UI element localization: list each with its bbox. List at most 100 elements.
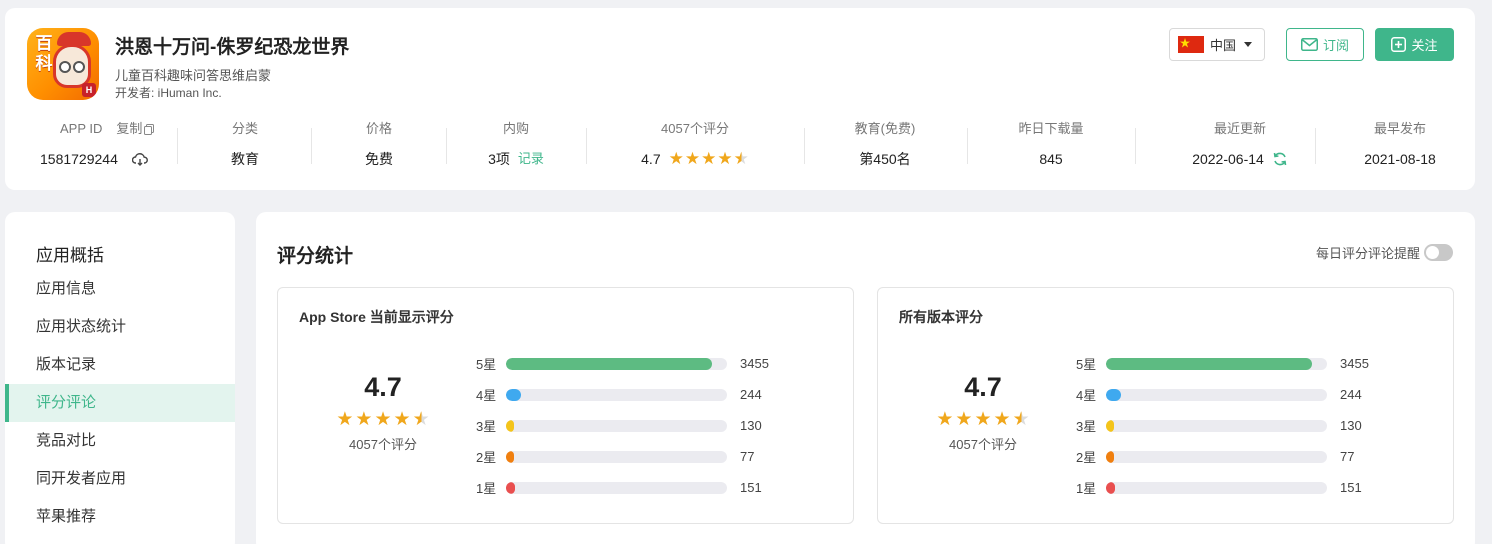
score-stars: ★ ★ ★ ★ ★	[318, 410, 448, 429]
stat-divider	[311, 128, 312, 164]
bar-track	[1106, 450, 1327, 463]
bar-track	[506, 450, 727, 463]
star-icon: ★	[701, 148, 717, 169]
reminder-toggle[interactable]	[1424, 244, 1453, 261]
star-icon: ★	[393, 408, 411, 430]
stat-iap: 内购 3项 记录	[466, 120, 566, 168]
bar-fill	[506, 357, 712, 370]
mascot-eye	[59, 61, 71, 73]
star-icon: ★	[684, 148, 701, 169]
distribution-row: 4星 244	[476, 379, 769, 410]
sidebar-item-competitors[interactable]: 竞品对比	[5, 422, 235, 460]
app-icon-badge: H	[82, 83, 96, 97]
app-icon-text-2: 科	[35, 54, 53, 74]
rating-panel: 所有版本评分 4.7 ★ ★ ★ ★ ★ 4057个评分 5星 3455 4星 244 3星 130 2星 7…	[877, 287, 1454, 524]
star-level-label: 1星	[476, 481, 497, 496]
stat-category: 分类 教育	[195, 120, 295, 168]
stat-rank: 教育(免费) 第450名	[835, 120, 935, 168]
bar-track	[1106, 481, 1327, 494]
bar-fill	[1106, 450, 1114, 463]
app-developer: 开发者: iHuman Inc.	[115, 86, 222, 100]
star-icon: ★	[936, 408, 954, 430]
section-title: 评分统计	[277, 246, 354, 267]
star-distribution: 5星 3455 4星 244 3星 130 2星 77 1星 151	[476, 348, 769, 503]
star-level-label: 4星	[476, 388, 497, 403]
refresh-icon[interactable]	[1272, 151, 1288, 167]
sidebar-item-ratings[interactable]: 评分评论	[5, 384, 235, 422]
app-header-card: 百 科 H 洪恩十万问-侏罗纪恐龙世界 儿童百科趣味问答思维启蒙 开发者: iH…	[5, 8, 1475, 190]
bar-fill	[1106, 388, 1121, 401]
stat-divider	[804, 128, 805, 164]
bar-track	[1106, 419, 1327, 432]
cloud-download-icon[interactable]	[131, 152, 148, 166]
app-id-label: APP ID	[60, 121, 103, 136]
country-select[interactable]: 中国	[1169, 28, 1265, 61]
category-label: 分类	[231, 121, 258, 136]
iap-value: 3项	[488, 151, 510, 167]
stat-divider	[967, 128, 968, 164]
star-icon: ★	[336, 408, 354, 430]
stat-divider	[1315, 128, 1316, 164]
app-stats-row: APP ID 复制 1581729244 分类 教育 价格 免费 内购 3项 记…	[5, 120, 1475, 170]
star-level-count: 77	[1340, 449, 1355, 464]
sidebar-item-apple-picks[interactable]: 苹果推荐	[5, 498, 235, 536]
stat-app-id: APP ID 复制 1581729244	[40, 120, 155, 168]
updated-label: 最近更新	[1213, 121, 1266, 136]
star-level-count: 130	[1340, 418, 1362, 433]
panel-title: 所有版本评分	[899, 309, 983, 325]
updated-value: 2022-06-14	[1192, 151, 1264, 167]
country-label: 中国	[1210, 38, 1237, 53]
sidebar-item-versions[interactable]: 版本记录	[5, 346, 235, 384]
downloads-value: 845	[1039, 151, 1063, 167]
sidebar-item-app-status[interactable]: 应用状态统计	[5, 308, 235, 346]
bar-fill	[506, 481, 515, 494]
stat-released: 最早发布 2021-08-18	[1345, 120, 1455, 168]
bar-track	[1106, 357, 1327, 370]
copy-app-id-button[interactable]: 复制	[116, 120, 155, 138]
bar-track	[1106, 388, 1327, 401]
star-icon: ★	[993, 408, 1011, 430]
stat-divider	[446, 128, 447, 164]
reminder-label: 每日评分评论提醒	[1315, 246, 1420, 261]
star-level-count: 77	[740, 449, 755, 464]
app-title: 洪恩十万问-侏罗纪恐龙世界	[115, 37, 350, 58]
price-value: 免费	[365, 151, 393, 167]
copy-icon	[144, 123, 155, 135]
rating-stars: ★ ★ ★ ★ ★	[668, 148, 749, 169]
stat-divider	[1135, 128, 1136, 164]
mascot-eye	[73, 61, 85, 73]
bar-track	[506, 388, 727, 401]
iap-label: 内购	[502, 121, 529, 136]
star-icon: ★	[668, 148, 684, 169]
stat-rating: 4057个评分 4.7 ★ ★ ★ ★ ★	[625, 120, 765, 168]
toggle-knob	[1426, 246, 1439, 259]
subscribe-button[interactable]: 订阅	[1286, 28, 1364, 61]
sidebar-item-app-info[interactable]: 应用信息	[5, 270, 235, 308]
sidebar-heading: 应用概括	[36, 246, 104, 265]
score-value: 4.7	[364, 372, 402, 402]
star-level-count: 244	[740, 387, 762, 402]
bar-fill	[506, 388, 521, 401]
star-level-label: 3星	[1076, 419, 1097, 434]
distribution-row: 4星 244	[1076, 379, 1369, 410]
bar-fill	[1106, 481, 1115, 494]
star-level-count: 3455	[740, 356, 769, 371]
distribution-row: 2星 77	[1076, 441, 1369, 472]
distribution-row: 2星 77	[476, 441, 769, 472]
sidebar-item-developer-apps[interactable]: 同开发者应用	[5, 460, 235, 498]
star-icon: ★	[374, 408, 392, 430]
rating-value: 4.7	[641, 151, 661, 167]
half-star-icon: ★	[733, 148, 749, 169]
mail-icon	[1300, 38, 1318, 51]
subscribe-label: 订阅	[1322, 38, 1349, 53]
bar-fill	[506, 419, 514, 432]
star-level-label: 4星	[1076, 388, 1097, 403]
follow-button[interactable]: 关注	[1375, 28, 1454, 61]
china-flag-icon	[1178, 36, 1204, 53]
rating-panel: App Store 当前显示评分 4.7 ★ ★ ★ ★ ★ 4057个评分 5星 3455 4星 2…	[277, 287, 854, 524]
iap-records-link[interactable]: 记录	[518, 150, 544, 168]
distribution-row: 5星 3455	[1076, 348, 1369, 379]
app-icon: 百 科 H	[27, 28, 99, 100]
star-level-count: 151	[740, 480, 762, 495]
ratings-count-label: 4057个评分	[661, 121, 729, 136]
